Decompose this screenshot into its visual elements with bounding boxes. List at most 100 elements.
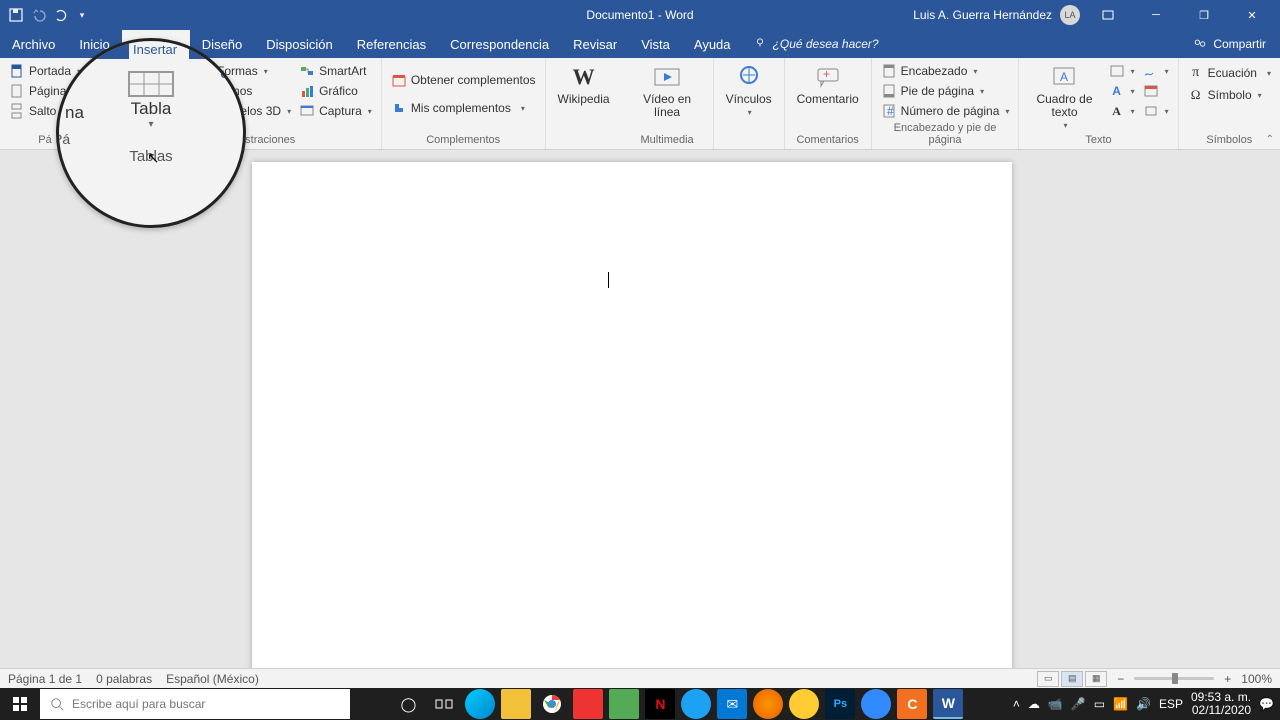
signature-line-button[interactable]: ▾ <box>1140 62 1172 80</box>
minimize-button[interactable]: ─ <box>1136 0 1176 30</box>
title-bar: ▾ Documento1 - Word Luis A. Guerra Herná… <box>0 0 1280 30</box>
chrome-icon[interactable] <box>537 689 567 719</box>
user-avatar[interactable]: LA <box>1060 5 1080 25</box>
footer-icon <box>881 83 897 99</box>
blank-page-icon <box>9 83 25 99</box>
chart-icon <box>299 83 315 99</box>
collapse-ribbon-icon[interactable]: ⌃ <box>1266 134 1274 145</box>
group-complementos: Obtener complementos Mis complementos▾ C… <box>382 58 546 149</box>
zoom-slider[interactable] <box>1134 677 1214 680</box>
grafico-button[interactable]: Gráfico <box>296 82 375 100</box>
tab-disposicion[interactable]: Disposición <box>254 30 344 58</box>
vinculos-button[interactable]: Vínculos▾ <box>720 61 778 119</box>
mic-icon[interactable]: 🎤 <box>1071 697 1086 711</box>
dropcap-icon: A <box>1109 103 1125 119</box>
video-en-linea-button[interactable]: Vídeo en línea <box>628 61 707 121</box>
camtasia-icon[interactable] <box>609 689 639 719</box>
online-video-icon <box>651 63 683 91</box>
parts-icon <box>1109 63 1125 79</box>
close-button[interactable]: ✕ <box>1232 0 1272 30</box>
user-name[interactable]: Luis A. Guerra Hernández <box>913 8 1052 22</box>
save-icon[interactable] <box>8 7 24 23</box>
mail-icon[interactable]: ✉ <box>717 689 747 719</box>
group-label-texto: Texto <box>1025 132 1171 149</box>
edge-icon[interactable] <box>465 689 495 719</box>
group-label-encabezado: Encabezado y pie de página <box>878 120 1013 149</box>
volume-icon[interactable]: 🔊 <box>1136 697 1151 711</box>
drop-cap-button[interactable]: A▾ <box>1106 102 1138 120</box>
status-page[interactable]: Página 1 de 1 <box>8 672 82 686</box>
tab-ayuda[interactable]: Ayuda <box>682 30 743 58</box>
group-encabezado: Encabezado▾ Pie de página▾ #Número de pá… <box>872 58 1020 149</box>
zoom-in-button[interactable]: + <box>1224 672 1231 686</box>
tab-referencias[interactable]: Referencias <box>345 30 438 58</box>
meet-now-icon[interactable]: 📹 <box>1048 697 1063 711</box>
mis-complementos-button[interactable]: Mis complementos▾ <box>388 99 539 117</box>
netflix-icon[interactable]: N <box>645 689 675 719</box>
web-layout-icon[interactable]: ▦ <box>1085 671 1107 687</box>
movies-icon[interactable] <box>573 689 603 719</box>
start-button[interactable] <box>0 688 40 720</box>
ribbon-display-icon[interactable] <box>1088 0 1128 30</box>
status-words[interactable]: 0 palabras <box>96 672 152 686</box>
zoom-level[interactable]: 100% <box>1241 672 1272 686</box>
wikipedia-button[interactable]: WWikipedia <box>552 61 616 108</box>
undo-icon[interactable] <box>30 7 46 23</box>
pie-pagina-button[interactable]: Pie de página▾ <box>878 82 1013 100</box>
document-canvas[interactable] <box>0 150 1280 688</box>
smartart-button[interactable]: SmartArt <box>296 62 375 80</box>
maximize-button[interactable]: ❐ <box>1184 0 1224 30</box>
system-tray[interactable]: ˄ ☁ 📹 🎤 ▭ 📶 🔊 ESP 09:53 a. m. 02/11/2020… <box>1007 691 1280 717</box>
file-explorer-icon[interactable] <box>501 689 531 719</box>
zoom-out-button[interactable]: − <box>1117 672 1124 686</box>
print-layout-icon[interactable]: ▤ <box>1061 671 1083 687</box>
encabezado-button[interactable]: Encabezado▾ <box>878 62 1013 80</box>
wifi-icon[interactable]: 📶 <box>1113 697 1128 711</box>
firefox-icon[interactable] <box>753 689 783 719</box>
snagit-icon[interactable]: C <box>897 689 927 719</box>
clock[interactable]: 09:53 a. m. 02/11/2020 <box>1191 691 1251 717</box>
wordart-button[interactable]: A▾ <box>1106 82 1138 100</box>
magnifier-overlay: Insertar co I na Pá Tabla ▾ Tablas ↖ <box>56 38 246 228</box>
qat-customize-icon[interactable]: ▾ <box>74 7 90 23</box>
status-language[interactable]: Español (México) <box>166 672 259 686</box>
photoshop-icon[interactable]: Ps <box>825 689 855 719</box>
header-icon <box>881 63 897 79</box>
page[interactable] <box>252 162 1012 688</box>
comentario-button[interactable]: +Comentario <box>791 61 865 108</box>
captura-button[interactable]: Captura▾ <box>296 102 375 120</box>
task-view-icon[interactable] <box>429 689 459 719</box>
addins-icon <box>391 100 407 116</box>
action-center-icon[interactable]: 💬 <box>1259 697 1274 711</box>
tab-archivo[interactable]: Archivo <box>0 30 67 58</box>
tab-correspondencia[interactable]: Correspondencia <box>438 30 561 58</box>
share-button[interactable]: Compartir <box>1179 30 1280 58</box>
view-switcher[interactable]: ▭ ▤ ▦ <box>1037 671 1107 687</box>
date-time-button[interactable] <box>1140 82 1172 100</box>
numero-pagina-button[interactable]: #Número de página▾ <box>878 102 1013 120</box>
cortana-icon[interactable]: ◯ <box>393 689 423 719</box>
tab-revisar[interactable]: Revisar <box>561 30 629 58</box>
equation-icon: π <box>1188 65 1204 81</box>
prezi-icon[interactable] <box>861 689 891 719</box>
redo-icon[interactable] <box>52 7 68 23</box>
twitter-icon[interactable] <box>681 689 711 719</box>
obtener-complementos-button[interactable]: Obtener complementos <box>388 71 539 89</box>
touchpad-icon[interactable]: ▭ <box>1094 697 1105 711</box>
word-taskbar-icon[interactable]: W <box>933 689 963 719</box>
quick-parts-button[interactable]: ▾ <box>1106 62 1138 80</box>
onedrive-icon[interactable]: ☁ <box>1028 697 1040 711</box>
app-yellow-icon[interactable] <box>789 689 819 719</box>
ecuacion-button[interactable]: πEcuación▾ <box>1185 64 1274 82</box>
windows-taskbar: Escribe aquí para buscar ◯ N ✉ Ps C W ˄ … <box>0 688 1280 720</box>
search-placeholder: Escribe aquí para buscar <box>72 697 205 711</box>
cuadro-texto-button[interactable]: ACuadro de texto▾ <box>1025 61 1103 132</box>
input-lang[interactable]: ESP <box>1159 697 1183 711</box>
object-button[interactable]: ▾ <box>1140 102 1172 120</box>
tell-me-search[interactable]: ¿Qué desea hacer? <box>753 30 879 58</box>
tray-expand-icon[interactable]: ˄ <box>1013 697 1020 711</box>
simbolo-button[interactable]: ΩSímbolo▾ <box>1185 86 1274 104</box>
tab-vista[interactable]: Vista <box>629 30 682 58</box>
taskbar-search[interactable]: Escribe aquí para buscar <box>40 689 350 719</box>
read-mode-icon[interactable]: ▭ <box>1037 671 1059 687</box>
